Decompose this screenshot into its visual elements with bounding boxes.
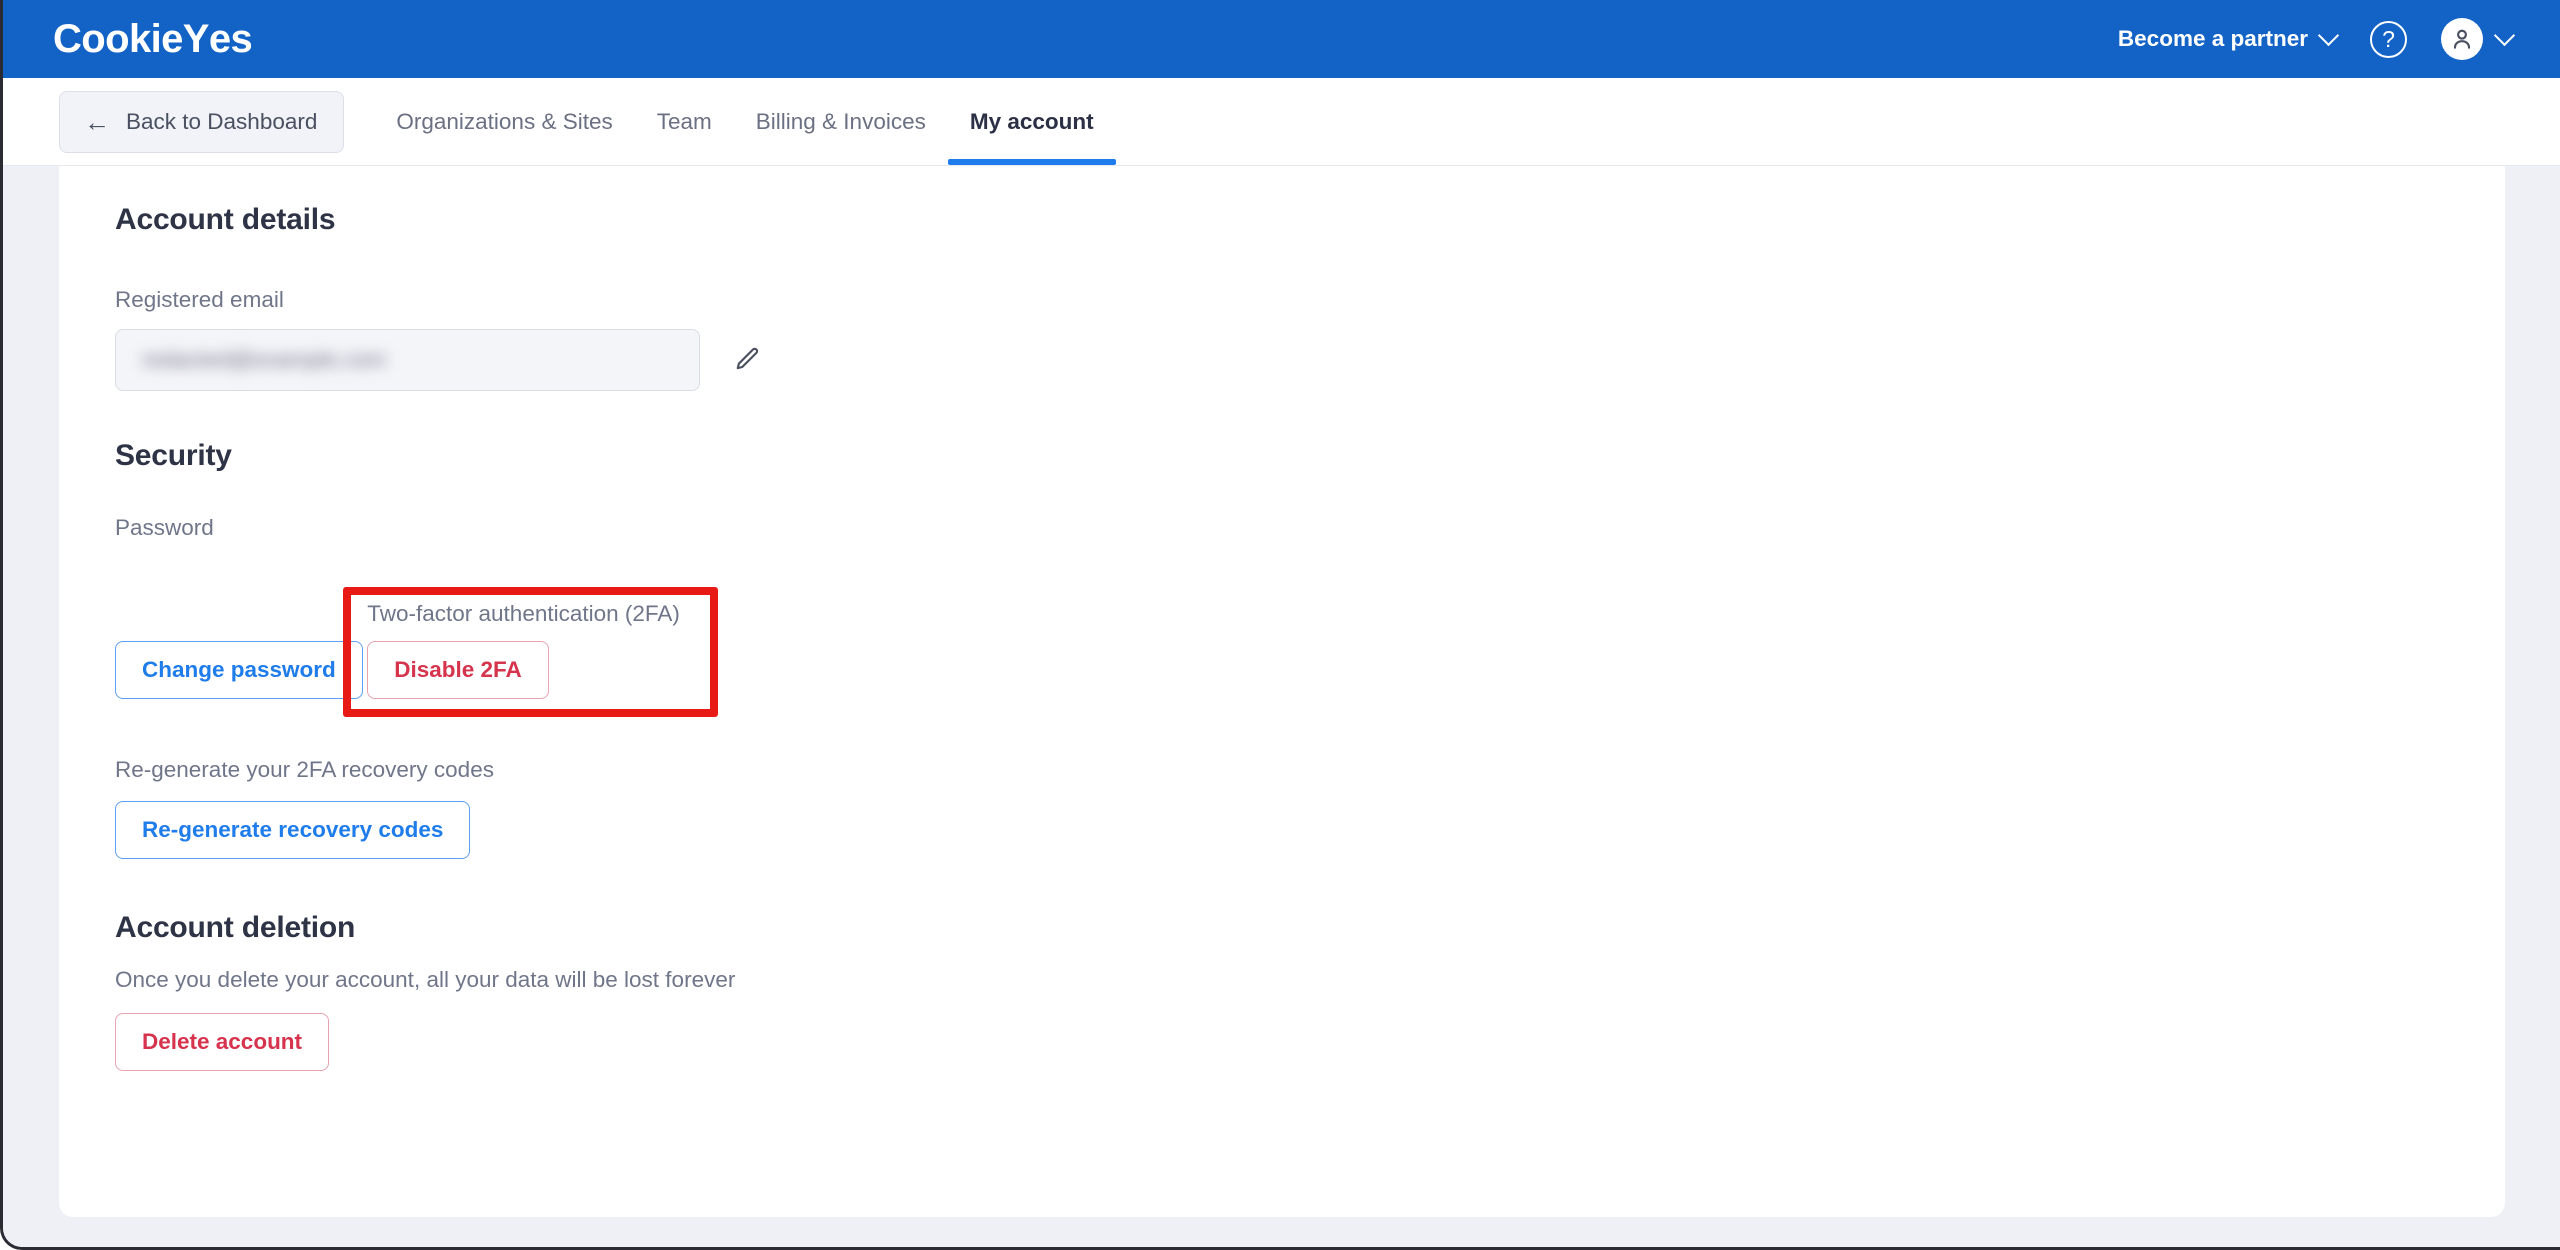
my-account-card: Account details Registered email redacte… (59, 165, 2505, 1217)
registered-email-row: redacted@example.com (115, 329, 2505, 391)
logo-text-cookie: Cookie (53, 17, 183, 61)
logo-accent-y: Y (182, 17, 210, 61)
card-bottom-spacer (115, 1071, 2505, 1141)
pencil-icon (736, 347, 759, 370)
help-icon[interactable]: ? (2370, 20, 2407, 58)
registered-email-field[interactable]: redacted@example.com (115, 329, 700, 391)
registered-email-label: Registered email (115, 287, 284, 312)
chevron-down-icon (2493, 24, 2516, 46)
nav-tabs: Organizations & Sites Team Billing & Inv… (374, 78, 1116, 165)
chevron-down-icon (2317, 24, 2340, 46)
two-factor-authentication-block: Two-factor authentication (2FA) Disable … (343, 587, 718, 717)
delete-account-button[interactable]: Delete account (115, 1013, 330, 1071)
tab-my-account[interactable]: My account (947, 78, 1116, 165)
security-heading: Security (115, 439, 232, 472)
tab-label: Organizations & Sites (396, 108, 613, 134)
change-password-label: Change password (142, 657, 336, 682)
account-details-heading: Account details (115, 203, 336, 236)
account-menu[interactable] (2441, 18, 2516, 60)
header-right-cluster: Become a partner ? (2117, 18, 2516, 60)
tab-organizations-and-sites[interactable]: Organizations & Sites (374, 78, 634, 165)
logo-text-es: es (208, 17, 253, 61)
page-body: Account details Registered email redacte… (3, 165, 2560, 1247)
account-deletion-note: Once you delete your account, all your d… (115, 967, 736, 992)
person-icon (2453, 29, 2471, 49)
become-a-partner-label: Become a partner (2117, 26, 2308, 51)
regenerate-recovery-codes-button[interactable]: Re-generate recovery codes (115, 801, 471, 859)
change-password-button[interactable]: Change password (115, 641, 363, 699)
cookieyes-logo[interactable]: Cookie Yes (53, 17, 253, 61)
regenerate-recovery-codes-label: Re-generate recovery codes (142, 817, 444, 842)
tab-label: Team (656, 108, 712, 134)
disable-2fa-button[interactable]: Disable 2FA (367, 641, 549, 699)
card-inner: Account details Registered email redacte… (59, 203, 2505, 1141)
secondary-nav-bar: ← Back to Dashboard Organizations & Site… (3, 78, 2560, 165)
arrow-left-icon: ← (84, 106, 110, 137)
app-header-bar: Cookie Yes Become a partner ? (3, 0, 2560, 78)
tab-billing-and-invoices[interactable]: Billing & Invoices (734, 78, 948, 165)
tab-team[interactable]: Team (635, 78, 734, 165)
browser-window: Cookie Yes Become a partner ? ← Back to … (0, 0, 2560, 1250)
account-deletion-heading: Account deletion (115, 911, 356, 944)
back-to-dashboard-button[interactable]: ← Back to Dashboard (59, 90, 345, 153)
registered-email-value: redacted@example.com (142, 347, 387, 372)
avatar (2441, 18, 2483, 60)
delete-account-label: Delete account (142, 1029, 303, 1054)
tab-label: My account (969, 108, 1094, 134)
back-to-dashboard-label: Back to Dashboard (126, 108, 318, 134)
help-glyph: ? (2382, 25, 2395, 52)
disable-2fa-label: Disable 2FA (394, 657, 522, 682)
edit-email-button[interactable] (728, 341, 766, 379)
become-a-partner-menu[interactable]: Become a partner (2117, 24, 2340, 52)
password-label: Password (115, 515, 214, 540)
two-factor-authentication-label: Two-factor authentication (2FA) (367, 601, 680, 626)
recovery-codes-label: Re-generate your 2FA recovery codes (115, 757, 494, 782)
tab-label: Billing & Invoices (755, 108, 926, 134)
